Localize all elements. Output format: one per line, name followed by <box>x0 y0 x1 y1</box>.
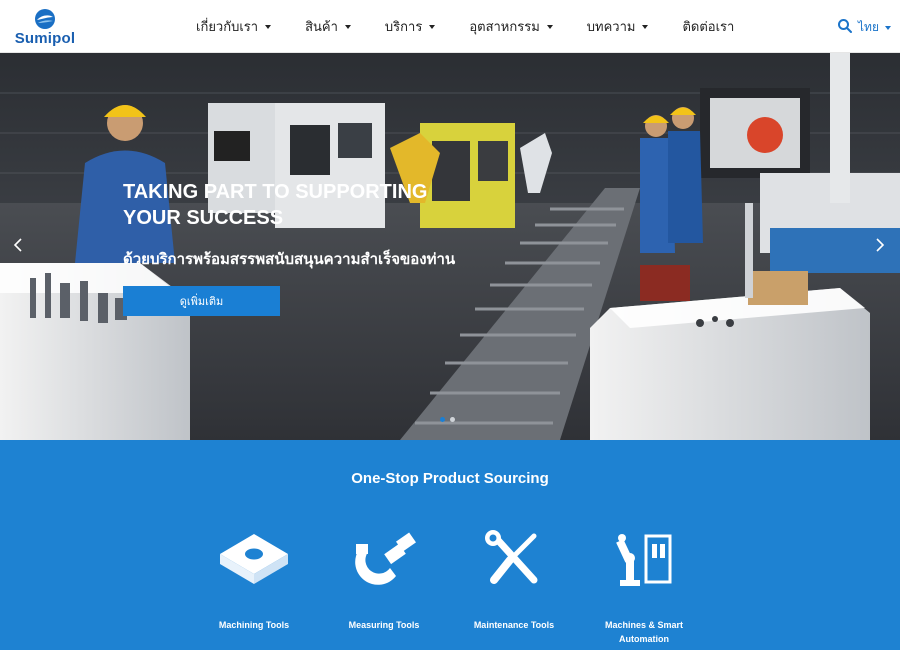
nav-label: บทความ <box>586 19 636 34</box>
nav-item-articles[interactable]: บทความ <box>587 16 649 37</box>
product-label: Maintenance Tools <box>473 620 555 630</box>
main-nav: เกี่ยวกับเรา สินค้า บริการ อุตสาหกรรม บท… <box>196 0 734 53</box>
caret-down-icon <box>429 24 436 29</box>
nav-label: อุตสาหกรรม <box>469 19 540 34</box>
caret-down-icon <box>642 24 649 29</box>
caret-down-icon <box>884 25 891 30</box>
hero-title-line: YOUR SUCCESS <box>123 207 284 229</box>
nav-item-contact[interactable]: ติดต่อเรา <box>682 16 734 37</box>
product-label: Machining Tools <box>218 620 290 630</box>
insert-tool-icon <box>220 534 288 584</box>
product-label: Machines & Smart Automation <box>604 620 684 644</box>
nav-label: เกี่ยวกับเรา <box>196 19 259 34</box>
section-title: One-Stop Product Sourcing <box>351 470 549 487</box>
micrometer-icon <box>355 532 416 585</box>
chevron-right-icon[interactable] <box>872 235 888 255</box>
hero-title: TAKING PART TO SUPPORTING YOUR SUCCESS <box>123 179 463 231</box>
nav-item-products[interactable]: สินค้า <box>305 16 351 37</box>
slider-pagination <box>440 417 455 422</box>
nav-item-about[interactable]: เกี่ยวกับเรา <box>196 16 272 37</box>
product-card-measuring-tools[interactable]: Measuring Tools <box>329 530 439 630</box>
caret-down-icon <box>546 24 553 29</box>
hero-subtitle: ด้วยบริการพร้อมสรรพสนับสนุนความสำเร็จของ… <box>123 251 456 268</box>
nav-label: บริการ <box>384 19 423 34</box>
site-header: Sumipol เกี่ยวกับเรา สินค้า บริการ อุตสา… <box>0 0 900 53</box>
slider-dot-1[interactable] <box>440 417 445 422</box>
caret-down-icon <box>344 24 351 29</box>
hero-slider: TAKING PART TO SUPPORTING YOUR SUCCESS ด… <box>0 53 900 440</box>
search-icon[interactable] <box>837 18 853 34</box>
slider-dot-2[interactable] <box>450 417 455 422</box>
nav-item-industries[interactable]: อุตสาหกรรม <box>469 16 553 37</box>
product-card-machining-tools[interactable]: Machining Tools <box>199 530 309 630</box>
product-card-maintenance-tools[interactable]: Maintenance Tools <box>459 530 569 630</box>
wrench-screwdriver-icon <box>485 530 538 584</box>
language-label: ไทย <box>858 20 879 34</box>
brand-name: Sumipol <box>14 30 76 47</box>
chevron-left-icon[interactable] <box>10 235 26 255</box>
learn-more-button[interactable]: ดูเพิ่มเติม <box>123 286 280 316</box>
product-card-machines-automation[interactable]: Machines & Smart Automation <box>589 530 699 644</box>
product-sourcing-section: One-Stop Product Sourcing Machining Tool… <box>0 440 900 650</box>
product-label: Measuring Tools <box>348 620 420 630</box>
hero-title-line: TAKING PART TO SUPPORTING <box>123 181 428 203</box>
caret-down-icon <box>265 24 272 29</box>
nav-item-services[interactable]: บริการ <box>384 16 436 37</box>
sumipol-logo[interactable]: Sumipol <box>14 6 76 48</box>
language-selector[interactable]: ไทย <box>858 18 891 37</box>
globe-logo-icon <box>35 9 55 29</box>
robot-arm-icon <box>616 534 672 586</box>
nav-label: สินค้า <box>305 19 338 34</box>
nav-label: ติดต่อเรา <box>682 19 735 34</box>
